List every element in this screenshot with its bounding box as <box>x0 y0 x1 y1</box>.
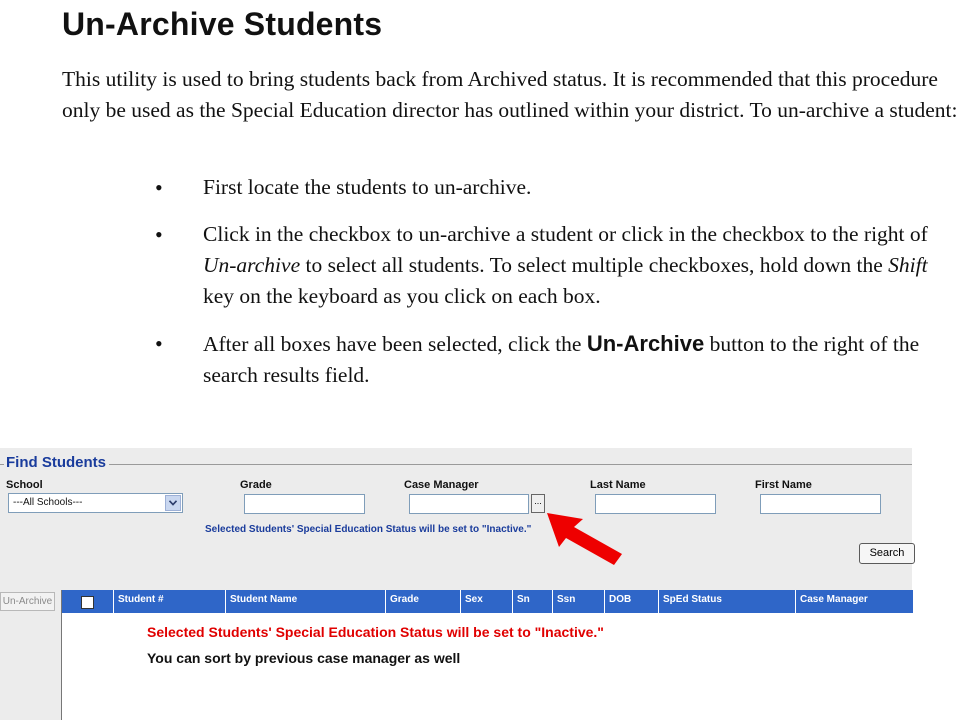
case-manager-label: Case Manager <box>404 479 479 491</box>
instruction-list: First locate the students to un-archive.… <box>155 172 945 407</box>
column-header-dob[interactable]: DOB <box>605 590 659 613</box>
grade-input[interactable] <box>244 494 365 514</box>
intro-paragraph: This utility is used to bring students b… <box>62 67 958 122</box>
school-select[interactable]: ---All Schools--- <box>8 493 183 513</box>
instruction-text: After all boxes have been selected, clic… <box>203 332 587 356</box>
column-header-grade[interactable]: Grade <box>386 590 461 613</box>
instruction-text: key on the keyboard as you click on each… <box>203 284 601 308</box>
instruction-emphasis: Shift <box>888 253 928 277</box>
select-all-cell <box>62 590 114 613</box>
column-header-sped-status[interactable]: SpEd Status <box>659 590 796 613</box>
page-title: Un-Archive Students <box>62 6 383 42</box>
grid-header: Student # Student Name Grade Sex Sn Ssn … <box>62 590 913 613</box>
instruction-item: After all boxes have been selected, clic… <box>155 328 945 391</box>
column-header-case-manager[interactable]: Case Manager <box>796 590 913 613</box>
instruction-emphasis: Un-archive <box>203 253 301 277</box>
school-label: School <box>6 479 43 491</box>
instruction-item: First locate the students to un-archive. <box>155 172 945 203</box>
annotation-red-note: Selected Students' Special Education Sta… <box>147 624 604 640</box>
column-header-student-number[interactable]: Student # <box>114 590 226 613</box>
unarchive-button[interactable]: Un-Archive <box>0 592 55 611</box>
instruction-text: to select all students. To select multip… <box>300 253 889 277</box>
instruction-text: First locate the students to un-archive. <box>203 175 532 199</box>
grade-label: Grade <box>240 479 272 491</box>
annotation-notes: Selected Students' Special Education Sta… <box>147 624 604 666</box>
annotation-arrow-icon <box>547 513 622 565</box>
last-name-label: Last Name <box>590 479 646 491</box>
search-results-grid: Student # Student Name Grade Sex Sn Ssn … <box>61 590 913 720</box>
search-button[interactable]: Search <box>859 543 915 564</box>
status-message: Selected Students' Special Education Sta… <box>205 524 532 535</box>
annotation-black-note: You can sort by previous case manager as… <box>147 650 461 666</box>
school-select-value: ---All Schools--- <box>13 497 83 508</box>
first-name-label: First Name <box>755 479 812 491</box>
fieldset-border <box>0 464 912 465</box>
instruction-item: Click in the checkbox to un-archive a st… <box>155 219 945 312</box>
select-all-checkbox[interactable] <box>81 596 94 609</box>
chevron-down-icon[interactable] <box>165 495 181 511</box>
instruction-strong: Un-Archive <box>586 331 705 356</box>
column-header-sex[interactable]: Sex <box>461 590 513 613</box>
first-name-input[interactable] <box>760 494 881 514</box>
case-manager-input[interactable] <box>409 494 529 514</box>
column-header-sn[interactable]: Sn <box>513 590 553 613</box>
find-students-panel: Find Students School ---All Schools--- G… <box>0 448 915 720</box>
find-students-legend: Find Students <box>4 454 109 471</box>
column-header-ssn[interactable]: Ssn <box>553 590 605 613</box>
column-header-student-name[interactable]: Student Name <box>226 590 386 613</box>
instruction-text: Click in the checkbox to un-archive a st… <box>203 222 928 246</box>
